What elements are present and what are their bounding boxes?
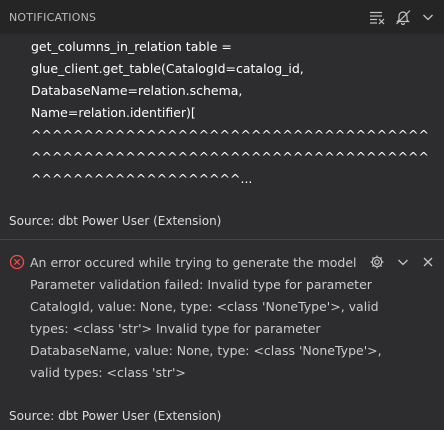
chevron-down-icon[interactable] <box>395 254 411 270</box>
notification-message-line: glue_client.get_table(CatalogId=catalog_… <box>31 61 304 76</box>
error-message-line: valid types: <class 'str'> <box>30 365 186 380</box>
notification-message-line: DatabaseName=relation.schema, <box>31 83 243 98</box>
error-message-line: An error occured while trying to generat… <box>30 255 357 270</box>
close-icon[interactable] <box>420 254 436 270</box>
notification-message-line: Name=relation.identifier)[ <box>31 105 196 120</box>
notifications-title: NOTIFICATIONS <box>9 11 97 24</box>
notifications-header: NOTIFICATIONS <box>0 0 444 34</box>
error-message-line: Parameter validation failed: Invalid typ… <box>30 277 372 292</box>
notification-message-line: ^^^^^^^^^^^^^^^^^^^^^^^^^^^^^^^^^^^^^^ <box>31 149 429 164</box>
error-message-line: CatalogId, value: None, type: <class 'No… <box>30 299 379 314</box>
clear-all-icon[interactable] <box>369 9 385 25</box>
notification-message-line: ^^^^^^^^^^^^^^^^^^^^... <box>31 171 253 186</box>
error-message-line: DatabaseName, value: None, type: <class … <box>30 343 382 358</box>
error-icon <box>9 254 25 270</box>
notification-message-line: get_columns_in_relation table = <box>31 39 232 54</box>
chevron-down-icon[interactable] <box>420 9 436 25</box>
error-message-line: types: <class 'str'> Invalid type for pa… <box>30 321 321 336</box>
notification-message-line: ^^^^^^^^^^^^^^^^^^^^^^^^^^^^^^^^^^^^^^ <box>31 127 429 142</box>
notifications-panel: NOTIFICATIONS get_columns_in_relation ta… <box>0 0 444 430</box>
notification-source: Source: dbt Power User (Extension) <box>9 409 222 423</box>
gear-icon[interactable] <box>369 254 385 270</box>
notification-source: Source: dbt Power User (Extension) <box>9 214 222 228</box>
do-not-disturb-icon[interactable] <box>395 9 411 25</box>
